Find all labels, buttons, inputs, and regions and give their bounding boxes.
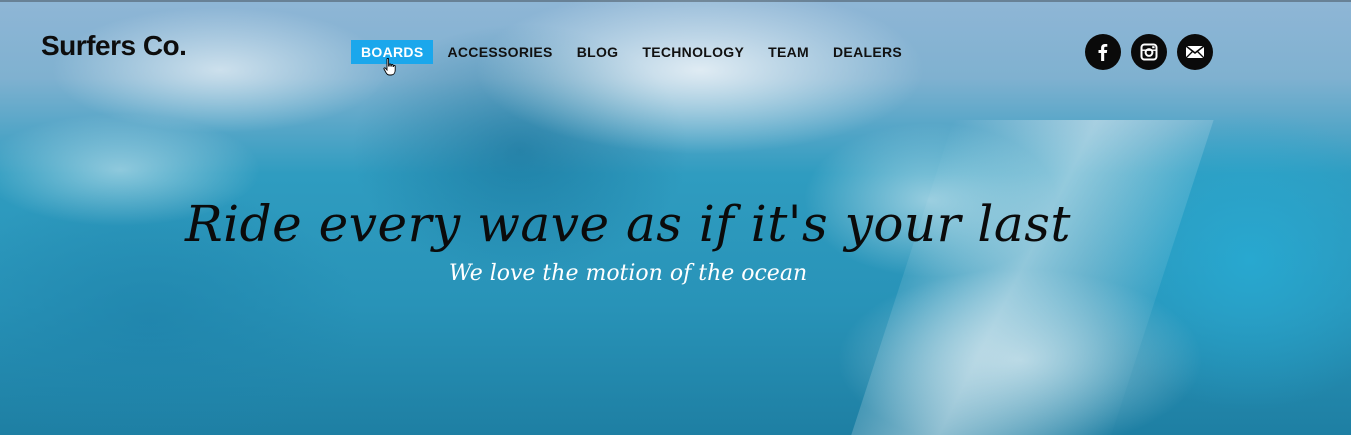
nav-item-accessories[interactable]: ACCESSORIES bbox=[437, 40, 562, 64]
main-nav: BOARDS ACCESSORIES BLOG TECHNOLOGY TEAM … bbox=[351, 40, 916, 64]
hero-subheadline: We love the motion of the ocean bbox=[448, 261, 808, 286]
nav-item-dealers[interactable]: DEALERS bbox=[823, 40, 912, 64]
nav-item-technology[interactable]: TECHNOLOGY bbox=[632, 40, 754, 64]
hand-cursor-icon bbox=[383, 58, 396, 76]
site-logo[interactable]: Surfers Co. bbox=[41, 30, 187, 62]
instagram-icon[interactable] bbox=[1131, 34, 1167, 70]
nav-item-team[interactable]: TEAM bbox=[758, 40, 819, 64]
email-icon[interactable] bbox=[1177, 34, 1213, 70]
hero-headline: Ride every wave as if it's your last bbox=[185, 195, 1071, 253]
social-links bbox=[1085, 34, 1213, 70]
hero-banner: Surfers Co. BOARDS ACCESSORIES BLOG TECH… bbox=[0, 0, 1351, 435]
facebook-icon[interactable] bbox=[1085, 34, 1121, 70]
nav-item-blog[interactable]: BLOG bbox=[567, 40, 629, 64]
